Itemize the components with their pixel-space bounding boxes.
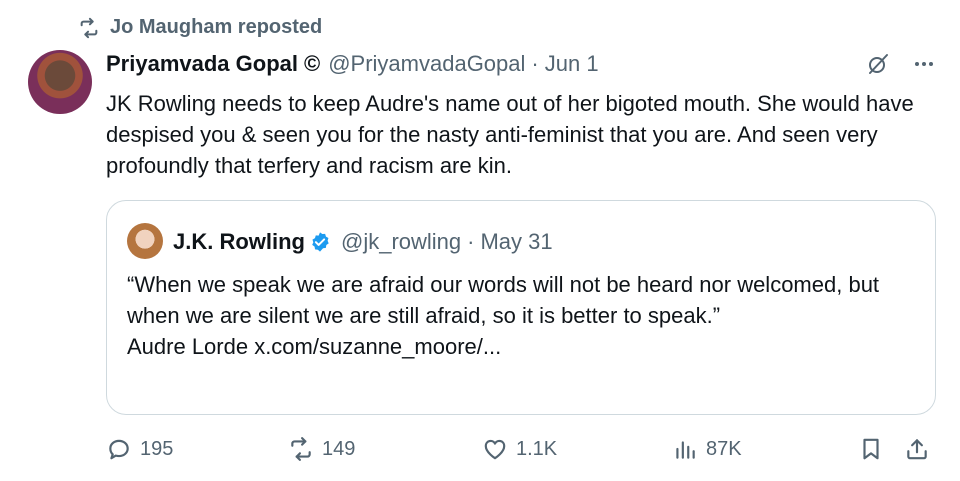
views-button[interactable]: 87K [672, 436, 742, 462]
more-options-icon[interactable] [912, 52, 936, 76]
author-handle[interactable]: @PriyamvadaGopal [328, 51, 525, 77]
quoted-handle[interactable]: @jk_rowling [341, 229, 461, 255]
share-icon [907, 439, 927, 460]
repost-label: Jo Maugham reposted [110, 16, 323, 38]
verified-badge-icon [312, 232, 329, 252]
action-bar: 195 149 1.1K 87K [106, 436, 942, 466]
post-date[interactable]: Jun 1 [545, 51, 599, 77]
repost-count: 149 [322, 437, 356, 460]
author-mark: © [303, 51, 321, 76]
quoted-header: J.K. Rowling @jk_rowling · May 31 [173, 229, 553, 255]
quoted-post[interactable]: J.K. Rowling @jk_rowling · May 31 “When … [106, 200, 936, 415]
quoted-date[interactable]: May 31 [480, 229, 552, 255]
grok-icon[interactable] [866, 52, 890, 76]
heart-icon [484, 439, 506, 460]
views-count: 87K [706, 437, 742, 460]
reply-count: 195 [140, 437, 174, 460]
reply-button[interactable]: 195 [106, 436, 173, 462]
author-name[interactable]: Priyamvada Gopal [106, 51, 298, 77]
views-icon [676, 441, 695, 459]
quoted-avatar[interactable] [127, 223, 163, 259]
post-header: Priyamvada Gopal © @PriyamvadaGopal · Ju… [106, 51, 599, 77]
reply-icon [109, 439, 129, 460]
quoted-author-name[interactable]: J.K. Rowling [173, 229, 305, 255]
avatar[interactable] [28, 50, 92, 114]
repost-indicator: Jo Maugham reposted [78, 16, 322, 39]
repost-action-icon [291, 437, 311, 461]
repost-button[interactable]: 149 [288, 436, 355, 462]
repost-icon [80, 17, 98, 38]
separator-dot: · [531, 51, 539, 76]
bookmark-button[interactable] [858, 436, 884, 462]
share-button[interactable] [904, 436, 930, 462]
like-button[interactable]: 1.1K [482, 436, 557, 462]
post-top-icons [866, 52, 936, 76]
bookmark-icon [863, 438, 879, 460]
quoted-text-attribution[interactable]: Audre Lorde x.com/suzanne_moore/... [127, 331, 917, 362]
quoted-text-quote: “When we speak we are afraid our words w… [127, 272, 880, 328]
quoted-text: “When we speak we are afraid our words w… [127, 269, 917, 362]
quoted-separator-dot: · [467, 229, 475, 254]
post-text: JK Rowling needs to keep Audre's name ou… [106, 91, 914, 178]
like-count: 1.1K [516, 437, 558, 460]
